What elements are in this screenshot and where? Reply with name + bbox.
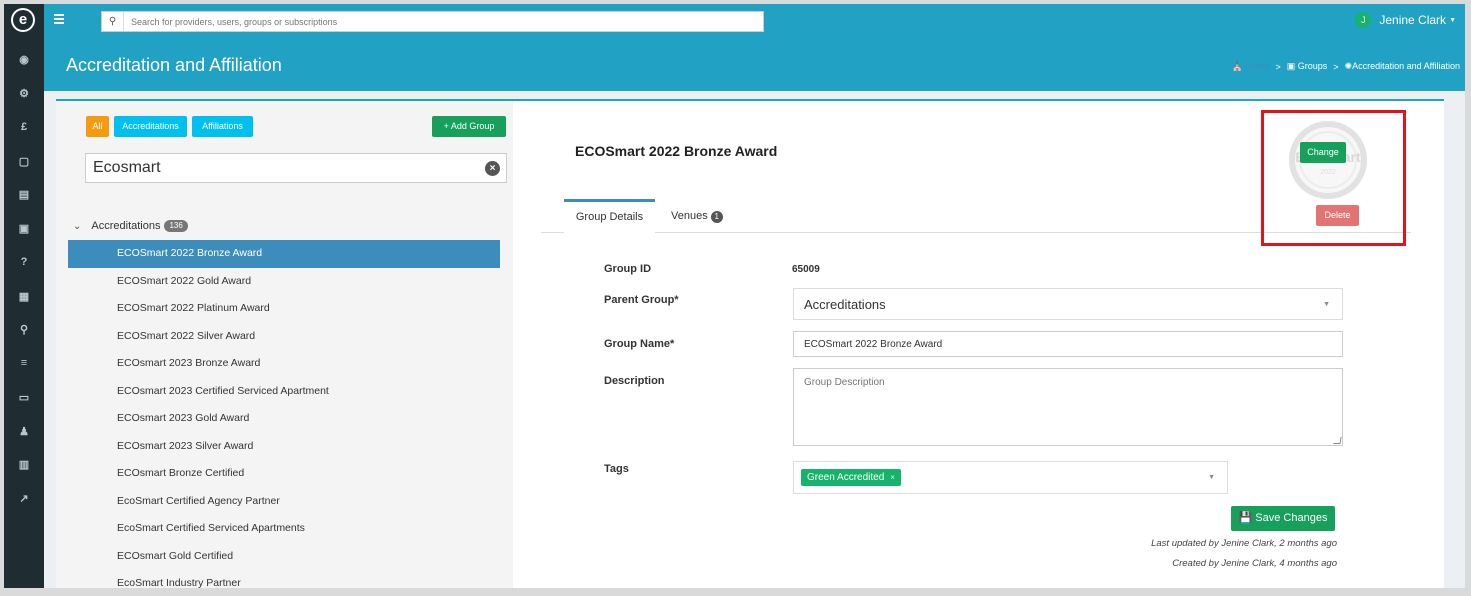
tree-item[interactable]: ECOsmart 2023 Certified Serviced Apartme…: [68, 378, 500, 406]
tree-item[interactable]: ECOSmart 2022 Platinum Award: [68, 295, 500, 323]
parent-group-select[interactable]: Accreditations ▼: [793, 288, 1343, 320]
building-icon[interactable]: ▥: [4, 454, 44, 474]
tree-item[interactable]: ECOsmart Gold Certified: [68, 543, 500, 571]
money-icon[interactable]: ▭: [4, 387, 44, 407]
sidebar: e ◉ ⚙ £ ▢ ▤ ▣ ? ▦ ⚲ ≡ ▭ ♟ ▥ ↗: [4, 4, 44, 588]
group-name-label: Group Name*: [604, 338, 675, 350]
tree-item[interactable]: EcoSmart Certified Agency Partner: [68, 488, 500, 516]
tree-item[interactable]: ECOsmart Bronze Certified: [68, 460, 500, 488]
description-label: Description: [604, 375, 665, 387]
home-icon: ⛪: [1231, 61, 1243, 71]
description-field[interactable]: [793, 368, 1343, 446]
tag-chip: Green Accredited ×: [801, 469, 901, 486]
parent-group-label: Parent Group*: [604, 294, 679, 306]
pound-icon[interactable]: £: [4, 117, 44, 137]
tags-label: Tags: [604, 463, 629, 475]
dashboard-icon[interactable]: ◉: [4, 49, 44, 69]
menu-toggle-icon[interactable]: [54, 14, 64, 24]
save-label: Save Changes: [1255, 512, 1328, 524]
tab-venues-label: Venues: [671, 210, 708, 222]
tree-item[interactable]: ECOSmart 2022 Bronze Award: [68, 240, 500, 268]
created-text: Created by Jenine Clark, 4 months ago: [1172, 558, 1337, 569]
breadcrumb-separator: >: [1333, 61, 1339, 72]
tree-root-label: Accreditations: [91, 220, 161, 232]
user-icon[interactable]: ♟: [4, 421, 44, 441]
remove-tag-icon[interactable]: ×: [890, 473, 895, 482]
save-icon: 💾: [1238, 512, 1253, 524]
last-updated-text: Last updated by Jenine Clark, 2 months a…: [1151, 538, 1337, 549]
resize-handle-icon[interactable]: [1333, 437, 1342, 444]
page-header: Accreditation and Affiliation ⛪ Home > ▣…: [44, 38, 1465, 91]
groups-icon[interactable]: ▣: [4, 218, 44, 238]
file-icon[interactable]: ▢: [4, 151, 44, 171]
group-title: ECOSmart 2022 Bronze Award: [575, 143, 778, 159]
app-logo[interactable]: e: [11, 8, 35, 32]
breadcrumb-groups[interactable]: ▣ Groups: [1287, 61, 1328, 72]
tag-label: Green Accredited: [807, 472, 885, 483]
logo-letter: e: [13, 10, 33, 30]
global-search: ⚲: [101, 11, 764, 32]
database-icon[interactable]: ≡: [4, 353, 44, 373]
tree-item[interactable]: ECOsmart 2023 Bronze Award: [68, 350, 500, 378]
groups-icon: ▣: [1286, 61, 1296, 71]
tree-item[interactable]: ECOsmart 2023 Gold Award: [68, 405, 500, 433]
top-navbar: ⚲ J Jenine Clark ▼: [44, 4, 1465, 38]
clear-search-icon[interactable]: ×: [485, 161, 500, 176]
tree-item[interactable]: ECOSmart 2022 Silver Award: [68, 323, 500, 351]
user-menu[interactable]: J Jenine Clark ▼: [1355, 12, 1456, 28]
page-title: Accreditation and Affiliation: [66, 55, 282, 75]
parent-group-value: Accreditations: [804, 297, 886, 312]
breadcrumb: ⛪ Home > ▣ Groups > ✺Accreditation and A…: [1232, 61, 1460, 72]
group-browser: All Accreditations Affiliations + Add Gr…: [56, 101, 513, 588]
group-tree-list: ECOSmart 2022 Bronze Award ECOSmart 2022…: [68, 240, 500, 588]
app-window: e ◉ ⚙ £ ▢ ▤ ▣ ? ▦ ⚲ ≡ ▭ ♟ ▥ ↗ ⚲ J Jenine…: [4, 4, 1465, 588]
add-group-button[interactable]: + Add Group: [432, 116, 506, 137]
tags-select[interactable]: Green Accredited × ▼: [793, 461, 1228, 494]
tab-group-details[interactable]: Group Details: [564, 199, 655, 233]
avatar: J: [1355, 12, 1372, 28]
filter-accreditations-button[interactable]: Accreditations: [114, 116, 187, 137]
user-name: Jenine Clark: [1379, 13, 1447, 27]
save-changes-button[interactable]: 💾 Save Changes: [1231, 506, 1335, 531]
filter-all-button[interactable]: All: [86, 116, 109, 137]
group-id-label: Group ID: [604, 263, 652, 275]
group-name-field[interactable]: [793, 331, 1343, 357]
group-id-value: 65009: [792, 264, 820, 275]
caret-down-icon: ▼: [1323, 301, 1330, 308]
map-marker-icon[interactable]: ⚲: [4, 319, 44, 339]
cogs-icon[interactable]: ⚙: [4, 83, 44, 103]
help-icon[interactable]: ?: [4, 252, 44, 272]
group-search: ×: [85, 153, 507, 183]
caret-down-icon: ▼: [1449, 16, 1456, 24]
chevron-down-icon[interactable]: ⌄: [73, 221, 81, 232]
filter-affiliations-button[interactable]: Affiliations: [192, 116, 253, 137]
group-search-input[interactable]: [93, 154, 473, 182]
award-icon: ✺: [1344, 61, 1353, 71]
venues-count-badge: 1: [710, 211, 723, 223]
external-link-icon[interactable]: ↗: [4, 488, 44, 508]
content-panel: All Accreditations Affiliations + Add Gr…: [56, 99, 1444, 588]
breadcrumb-separator: >: [1275, 61, 1281, 72]
breadcrumb-current: ✺Accreditation and Affiliation: [1344, 61, 1460, 71]
list-icon[interactable]: ▤: [4, 184, 44, 204]
caret-down-icon: ▼: [1208, 474, 1215, 481]
tree-item[interactable]: EcoSmart Certified Serviced Apartments: [68, 515, 500, 543]
search-icon[interactable]: ⚲: [102, 12, 124, 31]
tree-item[interactable]: ECOsmart 2023 Silver Award: [68, 433, 500, 461]
tab-venues[interactable]: Venues 1: [671, 199, 723, 233]
tree-root-accreditations[interactable]: ⌄ Accreditations 136: [73, 220, 188, 232]
count-badge: 136: [164, 220, 188, 232]
tree-item[interactable]: EcoSmart Industry Partner: [68, 570, 500, 588]
highlight-annotation: [1261, 110, 1406, 246]
calendar-icon[interactable]: ▦: [4, 286, 44, 306]
tree-item[interactable]: ECOSmart 2022 Gold Award: [68, 268, 500, 296]
global-search-input[interactable]: [124, 16, 744, 27]
breadcrumb-home[interactable]: ⛪ Home: [1232, 61, 1270, 72]
